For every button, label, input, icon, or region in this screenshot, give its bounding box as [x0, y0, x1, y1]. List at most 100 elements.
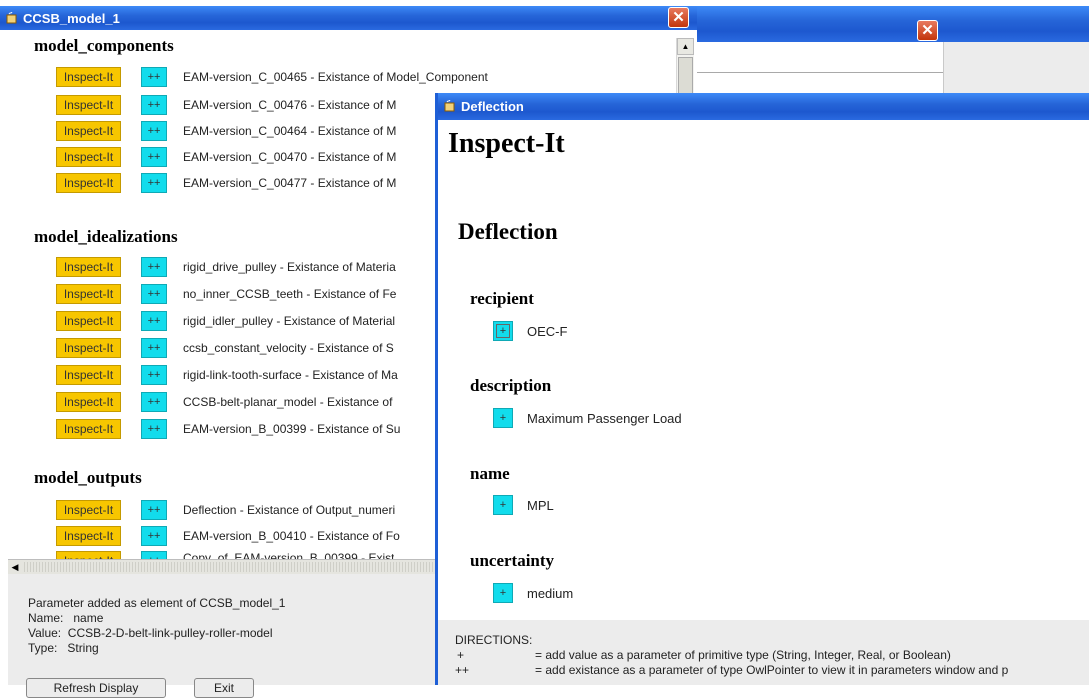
scroll-up-arrow-icon[interactable]: ▲ [677, 38, 694, 55]
list-item: Inspect-It ++ CCSB-belt-planar_model - E… [56, 391, 392, 413]
inspect-it-button[interactable]: Inspect-It [56, 147, 121, 167]
directions-plus-symbol: + [457, 648, 465, 662]
add-existance-button[interactable]: ++ [141, 419, 167, 439]
add-existance-button[interactable]: ++ [141, 284, 167, 304]
list-item-label: EAM-version_C_00470 - Existance of M [183, 150, 397, 164]
add-existance-button[interactable]: ++ [141, 147, 167, 167]
background-window: ✕ [697, 6, 1089, 96]
list-item-label: Deflection - Existance of Output_numeri [183, 503, 396, 517]
java-app-icon [444, 100, 457, 113]
list-item-label: rigid_drive_pulley - Existance of Materi… [183, 260, 396, 274]
list-item-label: EAM-version_C_00477 - Existance of M [183, 176, 397, 190]
directions-plusplus-symbol: ++ [455, 663, 470, 677]
page-title: Inspect-It [448, 128, 565, 159]
inspect-it-button[interactable]: Inspect-It [56, 257, 121, 277]
property-heading-uncertainty: uncertainty [470, 551, 555, 570]
background-close-button[interactable]: ✕ [917, 20, 938, 41]
list-item: Inspect-It ++ Deflection - Existance of … [56, 499, 395, 521]
property-value: medium [527, 585, 574, 601]
exit-button[interactable]: Exit [194, 678, 254, 698]
deflection-window: Deflection Inspect-It Deflection recipie… [435, 93, 1089, 685]
add-value-button[interactable]: + [493, 321, 513, 341]
add-existance-button[interactable]: ++ [141, 551, 167, 559]
list-item-label: EAM-version_C_00476 - Existance of M [183, 98, 397, 112]
background-window-title-bar[interactable]: ✕ [697, 6, 1089, 42]
divider [697, 72, 943, 73]
list-item: Inspect-It ++ EAM-version_B_00410 - Exis… [56, 525, 400, 547]
java-app-icon [6, 11, 19, 25]
list-item-label: rigid-link-tooth-surface - Existance of … [183, 368, 398, 382]
list-item: Inspect-It ++ EAM-version_C_00477 - Exis… [56, 172, 396, 194]
property-row: + MPL [493, 494, 554, 516]
property-value: MPL [527, 497, 554, 513]
add-existance-button[interactable]: ++ [141, 500, 167, 520]
directions-title: DIRECTIONS: [455, 633, 533, 647]
property-row: + OEC-F [493, 320, 567, 342]
add-existance-button[interactable]: ++ [141, 392, 167, 412]
directions-plus-text: = add value as a parameter of primitive … [535, 648, 951, 662]
add-existance-button[interactable]: ++ [141, 95, 167, 115]
directions-panel: DIRECTIONS: + = add value as a parameter… [438, 620, 1089, 685]
add-existance-button[interactable]: ++ [141, 121, 167, 141]
ccsb-close-button[interactable]: ✕ [668, 7, 689, 28]
list-item: Inspect-It ++ no_inner_CCSB_teeth - Exis… [56, 283, 396, 305]
background-window-panel [697, 42, 944, 96]
section-heading-model-idealizations: model_idealizations [34, 227, 178, 246]
add-existance-button[interactable]: ++ [141, 67, 167, 87]
inspect-it-button[interactable]: Inspect-It [56, 526, 121, 546]
property-row: + medium [493, 582, 573, 604]
list-item: Inspect-It ++ EAM-version_B_00399 - Exis… [56, 418, 400, 440]
property-heading-name: name [470, 464, 510, 483]
add-existance-button[interactable]: ++ [141, 526, 167, 546]
property-heading-description: description [470, 376, 552, 395]
inspect-it-button[interactable]: Inspect-It [56, 67, 121, 87]
deflection-content: Inspect-It Deflection recipient + OEC-F … [438, 120, 1089, 620]
add-value-button[interactable]: + [493, 495, 513, 515]
inspect-it-button[interactable]: Inspect-It [56, 121, 121, 141]
scroll-left-arrow-icon[interactable]: ◀ [8, 560, 22, 574]
list-item: Inspect-It ++ EAM-version_C_00464 - Exis… [56, 120, 396, 142]
list-item-label: EAM-version_B_00399 - Existance of Su [183, 422, 401, 436]
add-existance-button[interactable]: ++ [141, 257, 167, 277]
inspect-it-button[interactable]: Inspect-It [56, 173, 121, 193]
deflection-title: Deflection [461, 99, 524, 114]
inspect-it-button[interactable]: Inspect-It [56, 365, 121, 385]
inspect-it-button[interactable]: Inspect-It [56, 500, 121, 520]
add-value-button[interactable]: + [493, 408, 513, 428]
add-existance-button[interactable]: ++ [141, 311, 167, 331]
add-value-button[interactable]: + [493, 583, 513, 603]
list-item: Inspect-It ++ rigid_idler_pulley - Exist… [56, 310, 395, 332]
status-type: Type: String [28, 641, 99, 655]
add-existance-button[interactable]: ++ [141, 173, 167, 193]
horizontal-scroll-thumb[interactable] [24, 562, 434, 572]
inspect-it-button[interactable]: Inspect-It [56, 419, 121, 439]
list-item: Inspect-It ++ rigid-link-tooth-surface -… [56, 364, 398, 386]
inspect-it-button[interactable]: Inspect-It [56, 95, 121, 115]
inspect-it-button[interactable]: Inspect-It [56, 311, 121, 331]
inspect-it-button[interactable]: Inspect-It [56, 551, 121, 559]
inspect-it-button[interactable]: Inspect-It [56, 338, 121, 358]
list-item: Inspect-It ++ EAM-version_C_00476 - Exis… [56, 94, 396, 116]
inspect-it-button[interactable]: Inspect-It [56, 284, 121, 304]
horizontal-scrollbar[interactable]: ◀ [8, 559, 438, 574]
deflection-title-bar[interactable]: Deflection [438, 93, 1089, 120]
property-value: OEC-F [527, 323, 568, 339]
refresh-display-button[interactable]: Refresh Display [26, 678, 166, 698]
list-item: Inspect-It ++ EAM-version_C_00470 - Exis… [56, 146, 396, 168]
property-heading-recipient: recipient [470, 289, 534, 308]
add-existance-button[interactable]: ++ [141, 365, 167, 385]
directions-plusplus-text: = add existance as a parameter of type O… [535, 663, 1009, 677]
property-value: Maximum Passenger Load [527, 410, 682, 426]
object-title: Deflection [458, 219, 558, 244]
list-item: Inspect-It ++ Copy_of_EAM-version_B_0039… [56, 551, 394, 559]
list-item-label: EAM-version_C_00464 - Existance of M [183, 124, 397, 138]
ccsb-model-title-bar[interactable]: CCSB_model_1 ✕ [0, 6, 697, 30]
inspect-it-button[interactable]: Inspect-It [56, 392, 121, 412]
list-item-label: EAM-version_C_00465 - Existance of Model… [183, 70, 488, 84]
close-icon: ✕ [921, 22, 934, 39]
status-value: Value: CCSB-2-D-belt-link-pulley-roller-… [28, 626, 273, 640]
status-message: Parameter added as element of CCSB_model… [28, 596, 286, 610]
list-item-label: ccsb_constant_velocity - Existance of S [183, 341, 394, 355]
close-icon: ✕ [672, 9, 685, 26]
add-existance-button[interactable]: ++ [141, 338, 167, 358]
